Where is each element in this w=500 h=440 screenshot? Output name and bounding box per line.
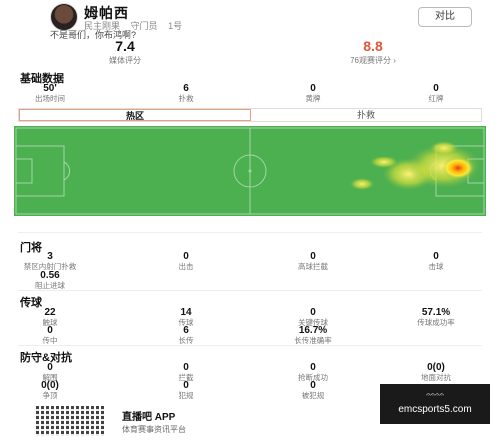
media-rating: 7.4 媒体评分 xyxy=(70,38,180,66)
basic-stat: 0 黄牌 xyxy=(258,83,368,103)
stat-value: 0 xyxy=(433,83,439,94)
stat-value: 57.1% xyxy=(421,307,451,318)
pitch-svg xyxy=(15,127,485,215)
gk-stat: 0 出击 xyxy=(131,251,241,271)
stat-value: 0 xyxy=(183,380,189,391)
def-stat: 0(0) 地面对抗 xyxy=(381,362,491,382)
stat-value: 0 xyxy=(47,362,53,373)
stat-value: 0 xyxy=(183,362,189,373)
left-goal-box xyxy=(15,158,33,184)
gk-stat: 3 禁区内射门扑救 xyxy=(0,251,105,271)
heatmap-tabs: 热区 扑救 xyxy=(18,108,482,122)
stat-value: 50' xyxy=(43,83,57,94)
def-stat: 0 抢断成功 xyxy=(258,362,368,382)
section-divider xyxy=(18,345,482,346)
stat-value: 0 xyxy=(310,380,316,391)
def-stat: 0 解围 xyxy=(0,362,105,382)
gk-stat: 0.56 阻止进球 xyxy=(0,270,105,290)
basic-stat: 0 红牌 xyxy=(381,83,491,103)
stat-value: 6 xyxy=(183,325,189,336)
def-stat: 0(0) 争顶 xyxy=(0,380,105,400)
heat-zone xyxy=(442,157,474,179)
stat-label: 犯规 xyxy=(178,391,194,400)
left-arc xyxy=(63,161,71,181)
pass-stat: 22 触球 xyxy=(0,307,105,327)
heat-zone xyxy=(350,178,374,190)
stat-label: 阻止进球 xyxy=(35,281,65,290)
stat-label: 黄牌 xyxy=(305,94,321,103)
watermark-overlay: 𝄐𝄐𝄐𝄐 emcsports5.com xyxy=(380,384,490,424)
stat-label: 地面对抗 xyxy=(421,373,451,382)
stat-label: 出场时间 xyxy=(35,94,65,103)
compare-button[interactable]: 对比 xyxy=(418,7,472,27)
stat-value: 0(0) xyxy=(41,380,59,391)
tab-saves[interactable]: 扑救 xyxy=(251,109,481,121)
def-stat: 0 被犯规 xyxy=(258,380,368,400)
stat-label: 传中 xyxy=(42,336,58,345)
section-divider xyxy=(18,290,482,291)
watermark-icons: 𝄐𝄐𝄐𝄐 xyxy=(426,390,444,399)
stat-value: 3 xyxy=(47,251,53,262)
app-subtitle: 体育赛事资讯平台 xyxy=(122,425,186,434)
gk-stat: 0 击球 xyxy=(381,251,491,271)
stat-value: 0 xyxy=(433,251,439,262)
stat-value: 0 xyxy=(310,83,316,94)
heatmap-pitch xyxy=(14,126,486,216)
media-rating-value: 7.4 xyxy=(115,38,135,54)
pass-stat: 14 传球 xyxy=(131,307,241,327)
basic-stat: 6 扑救 xyxy=(131,83,241,103)
basic-stat: 50' 出场时间 xyxy=(0,83,105,103)
stat-label: 扑救 xyxy=(178,94,194,103)
fans-rating[interactable]: 8.8 76观赛评分 › xyxy=(318,38,428,66)
section-divider xyxy=(18,232,482,233)
pass-stat: 57.1% 传球成功率 xyxy=(381,307,491,327)
pass-stat: 0 关键传球 xyxy=(258,307,368,327)
watermark-url: emcsports5.com xyxy=(398,404,472,415)
stat-label: 击球 xyxy=(428,262,444,271)
app-title[interactable]: 直播吧 APP xyxy=(122,408,175,423)
stat-value: 16.7% xyxy=(298,325,328,336)
stat-value: 0.56 xyxy=(40,270,60,281)
def-stat: 0 犯规 xyxy=(131,380,241,400)
player-avatar[interactable] xyxy=(50,3,78,31)
heat-zone xyxy=(370,156,398,168)
stat-label: 长传 xyxy=(178,336,194,345)
stat-label: 长传准确率 xyxy=(294,336,332,345)
tab-heatzone[interactable]: 热区 xyxy=(19,109,251,121)
stat-value: 6 xyxy=(183,83,189,94)
stat-value: 0 xyxy=(310,307,316,318)
qr-code-pattern xyxy=(36,406,106,436)
stat-label: 传球成功率 xyxy=(417,318,455,327)
pass-stat: 6 长传 xyxy=(131,325,241,345)
def-stat: 0 拦截 xyxy=(131,362,241,382)
heat-zones xyxy=(350,141,480,190)
stat-label: 红牌 xyxy=(428,94,444,103)
stat-label: 被犯规 xyxy=(301,391,325,400)
stat-value: 22 xyxy=(44,307,56,318)
stat-value: 14 xyxy=(180,307,192,318)
stat-value: 0 xyxy=(183,251,189,262)
heat-zone xyxy=(430,141,458,155)
stat-label: 高球拦截 xyxy=(298,262,328,271)
media-rating-label: 媒体评分 xyxy=(109,56,141,65)
stat-value: 0(0) xyxy=(427,362,445,373)
pass-stat: 0 传中 xyxy=(0,325,105,345)
fans-rating-label[interactable]: 76观赛评分 › xyxy=(318,55,428,66)
stat-value: 0 xyxy=(47,325,53,336)
pass-stat: 16.7% 长传准确率 xyxy=(258,325,368,345)
fans-rating-value: 8.8 xyxy=(363,38,383,54)
left-penalty-box xyxy=(15,145,65,197)
stat-label: 出击 xyxy=(178,262,194,271)
stat-label: 争顶 xyxy=(42,391,58,400)
gk-stat: 0 高球拦截 xyxy=(258,251,368,271)
stat-value: 0 xyxy=(310,362,316,373)
stat-value: 0 xyxy=(310,251,316,262)
